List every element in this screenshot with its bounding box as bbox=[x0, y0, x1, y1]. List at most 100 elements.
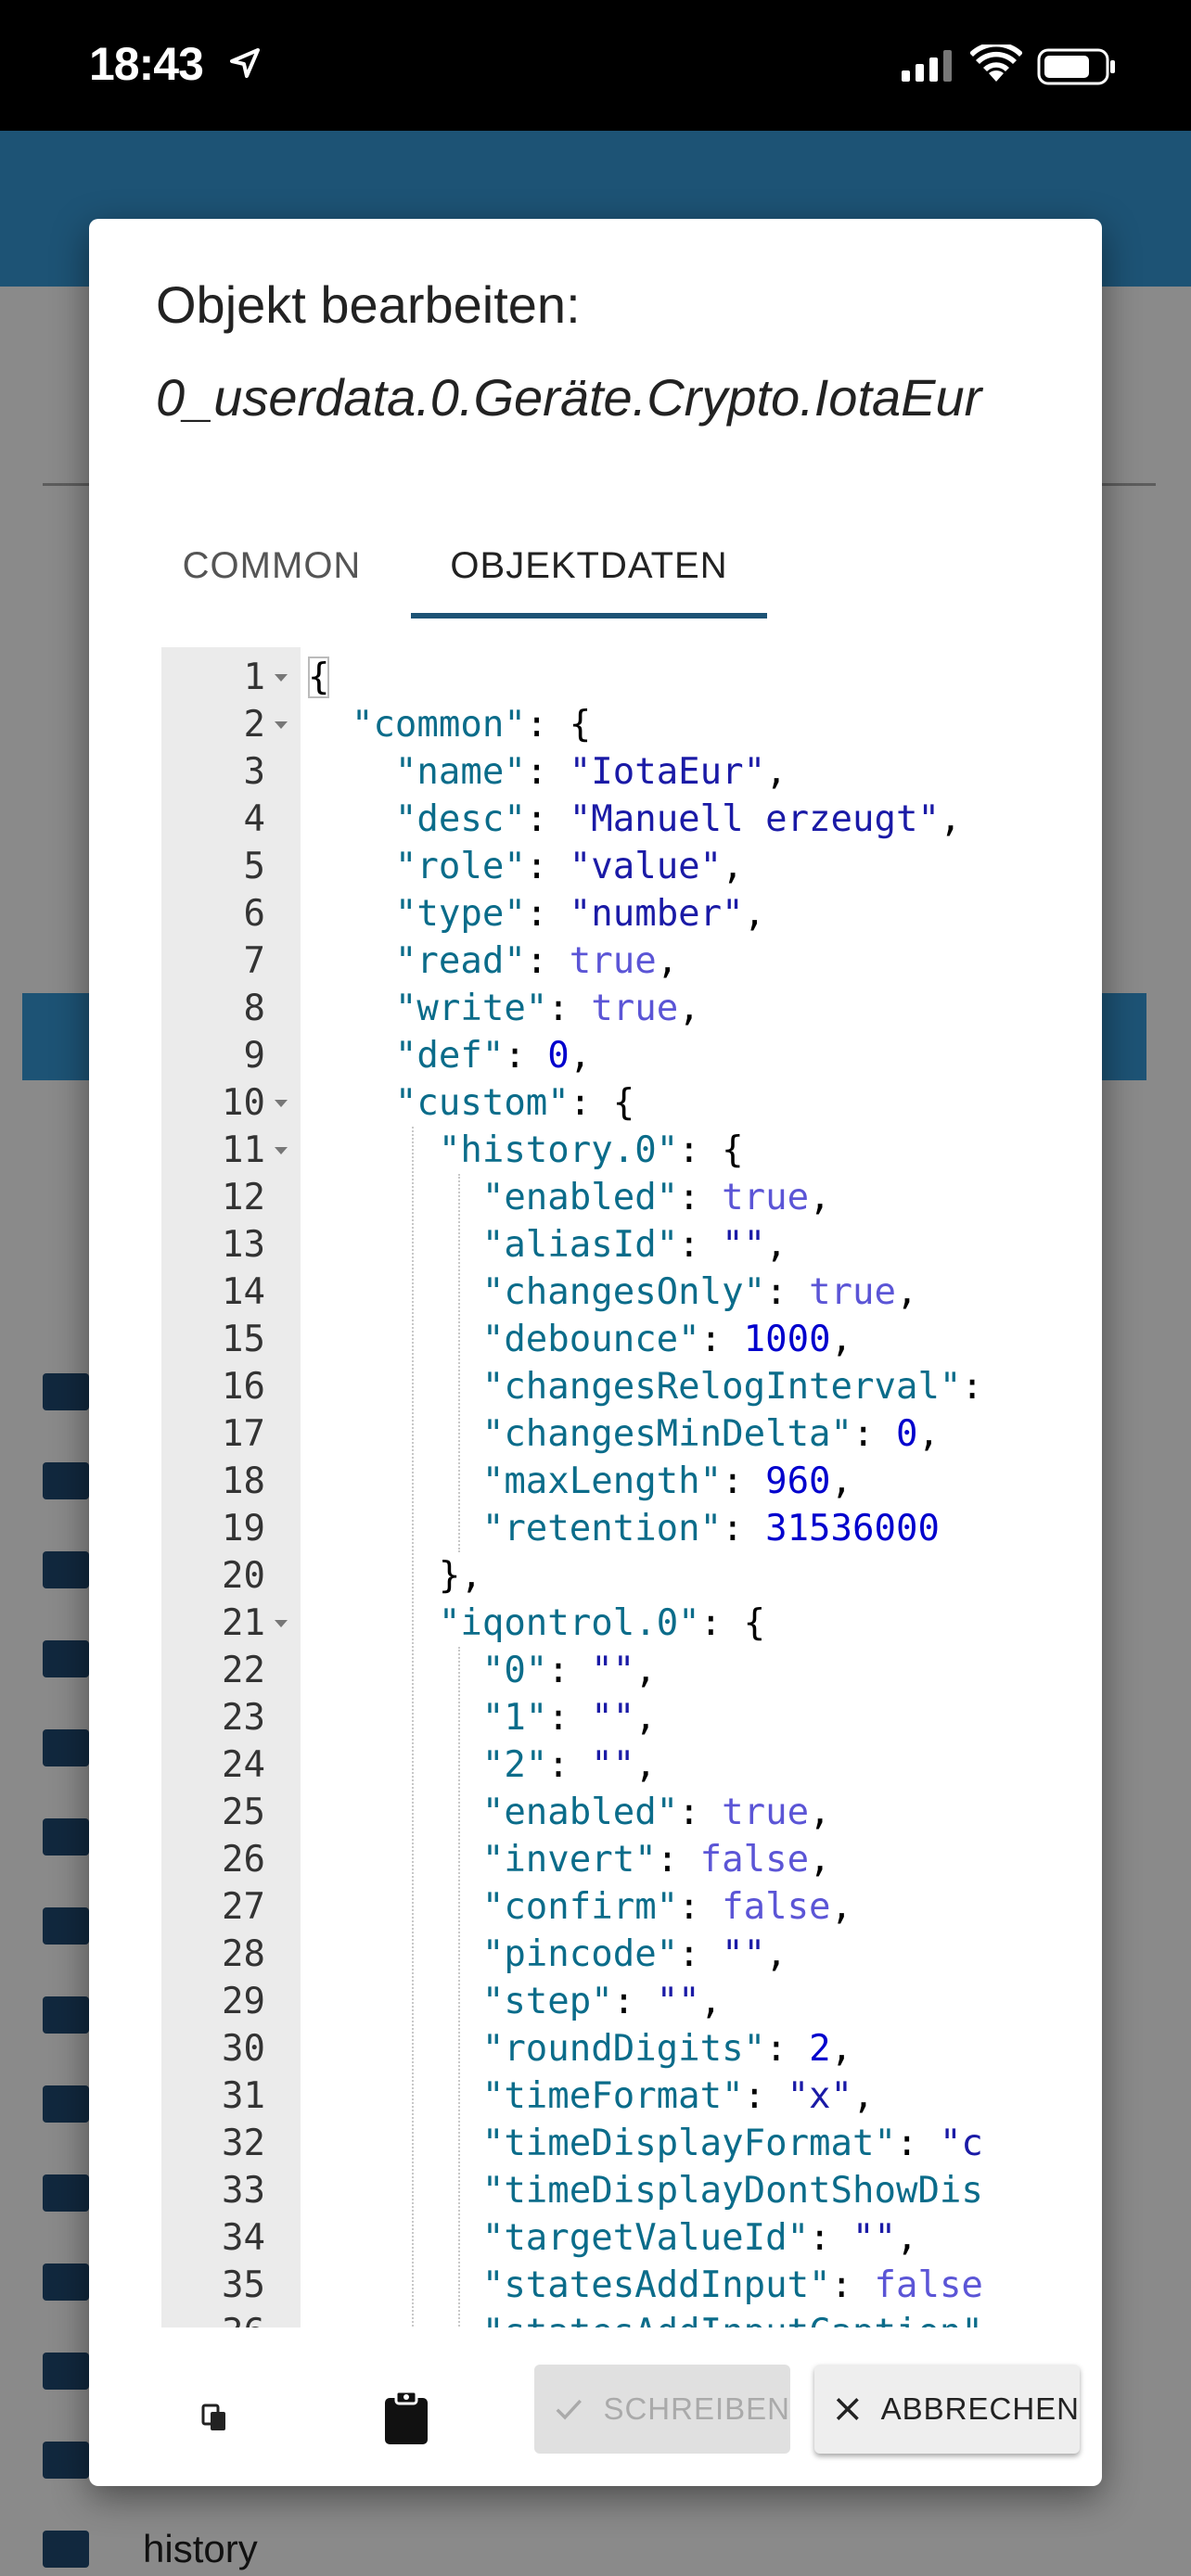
code-line[interactable]: 21 "iqontrol.0": { bbox=[161, 1600, 1031, 1647]
code-token: "maxLength" bbox=[481, 1460, 723, 1502]
code-line[interactable]: 32 "timeDisplayFormat": "c bbox=[161, 2120, 1031, 2167]
code-token: "changesOnly" bbox=[481, 1271, 766, 1313]
code-line[interactable]: 22 "0": "", bbox=[161, 1647, 1031, 1694]
code-line[interactable]: 36 "statesAddInputCaption" bbox=[161, 2309, 1031, 2327]
code-line[interactable]: 19 "retention": 31536000 bbox=[161, 1505, 1031, 1552]
line-number: 5 bbox=[243, 846, 265, 887]
write-button-label: SCHREIBEN bbox=[603, 2391, 790, 2426]
json-editor[interactable]: 1{2 "common": {3 "name": "IotaEur", 4 "de… bbox=[161, 647, 1031, 2327]
code-token: : bbox=[961, 1366, 983, 1408]
code-line[interactable]: 29 "step": "", bbox=[161, 1978, 1031, 2025]
code-token: : bbox=[547, 1697, 592, 1739]
code-token: : bbox=[678, 1933, 723, 1975]
code-line[interactable]: 34 "targetValueId": "", bbox=[161, 2214, 1031, 2262]
tab-objektdaten[interactable]: OBJEKTDATEN bbox=[411, 510, 767, 621]
code-line[interactable]: 13 "aliasId": "", bbox=[161, 1221, 1031, 1269]
line-number: 4 bbox=[243, 798, 265, 840]
code-line[interactable]: 23 "1": "", bbox=[161, 1694, 1031, 1741]
code-token: "step" bbox=[481, 1981, 613, 2022]
code-line[interactable]: 5 "role": "value", bbox=[161, 843, 1031, 890]
fold-arrow-icon[interactable] bbox=[275, 1620, 288, 1627]
code-line[interactable]: 1{ bbox=[161, 654, 1031, 701]
code-line[interactable]: 7 "read": true, bbox=[161, 937, 1031, 985]
code-token: , bbox=[917, 1413, 940, 1455]
code-line[interactable]: 10 "custom": { bbox=[161, 1079, 1031, 1127]
paste-button[interactable] bbox=[369, 2381, 443, 2455]
fold-arrow-icon[interactable] bbox=[275, 721, 288, 729]
code-token: "timeDisplayDontShowDis bbox=[481, 2170, 983, 2212]
code-line[interactable]: 12 "enabled": true, bbox=[161, 1174, 1031, 1221]
code-token: 1000 bbox=[743, 1319, 831, 1360]
code-text: "enabled": true, bbox=[308, 1789, 831, 1836]
code-text: }, bbox=[308, 1552, 482, 1600]
code-line[interactable]: 35 "statesAddInput": false bbox=[161, 2262, 1031, 2309]
code-line[interactable]: 8 "write": true, bbox=[161, 985, 1031, 1032]
code-line[interactable]: 27 "confirm": false, bbox=[161, 1883, 1031, 1931]
code-text: "1": "", bbox=[308, 1694, 657, 1741]
folder-icon bbox=[43, 1462, 89, 1499]
code-line[interactable]: 18 "maxLength": 960, bbox=[161, 1458, 1031, 1505]
code-line[interactable]: 28 "pincode": "", bbox=[161, 1931, 1031, 1978]
code-token: , bbox=[678, 988, 700, 1029]
code-token: "0" bbox=[481, 1650, 548, 1691]
code-line[interactable]: 6 "type": "number", bbox=[161, 890, 1031, 937]
code-line[interactable]: 3 "name": "IotaEur", bbox=[161, 748, 1031, 796]
code-token: "targetValueId" bbox=[481, 2217, 810, 2259]
fold-arrow-icon[interactable] bbox=[275, 674, 288, 682]
code-text: "maxLength": 960, bbox=[308, 1458, 852, 1505]
code-token: 31536000 bbox=[765, 1508, 940, 1549]
code-token: "debounce" bbox=[481, 1319, 700, 1360]
code-token: "aliasId" bbox=[481, 1224, 679, 1266]
code-line[interactable]: 2 "common": { bbox=[161, 701, 1031, 748]
code-line[interactable]: 31 "timeFormat": "x", bbox=[161, 2072, 1031, 2120]
cancel-button[interactable]: ABBRECHEN bbox=[814, 2365, 1080, 2454]
battery-icon bbox=[1037, 48, 1115, 85]
code-line[interactable]: 11 "history.0": { bbox=[161, 1127, 1031, 1174]
code-token: : bbox=[765, 2028, 810, 2070]
line-number: 32 bbox=[222, 2123, 265, 2164]
code-line[interactable]: 26 "invert": false, bbox=[161, 1836, 1031, 1883]
code-line[interactable]: 16 "changesRelogInterval": bbox=[161, 1363, 1031, 1410]
code-token: "" bbox=[591, 1744, 635, 1786]
code-token: "def" bbox=[394, 1035, 505, 1077]
code-token: "" bbox=[722, 1933, 766, 1975]
code-line[interactable]: 30 "roundDigits": 2, bbox=[161, 2025, 1031, 2072]
code-token: : bbox=[809, 2217, 853, 2259]
line-number: 23 bbox=[222, 1697, 265, 1739]
code-token: : bbox=[525, 940, 570, 982]
code-token: }, bbox=[308, 1555, 482, 1597]
code-token: "1" bbox=[481, 1697, 548, 1739]
status-time: 18:43 bbox=[89, 38, 204, 90]
fold-arrow-icon[interactable] bbox=[275, 1147, 288, 1154]
code-line[interactable]: 20 }, bbox=[161, 1552, 1031, 1600]
line-number: 10 bbox=[222, 1082, 265, 1124]
code-line[interactable]: 15 "debounce": 1000, bbox=[161, 1316, 1031, 1363]
code-token: , bbox=[634, 1697, 657, 1739]
code-token: , bbox=[722, 846, 744, 887]
fold-arrow-icon[interactable] bbox=[275, 1100, 288, 1107]
folder-icon bbox=[43, 2174, 89, 2212]
code-line[interactable]: 24 "2": "", bbox=[161, 1741, 1031, 1789]
write-button[interactable]: SCHREIBEN bbox=[534, 2365, 790, 2454]
code-line[interactable]: 33 "timeDisplayDontShowDis bbox=[161, 2167, 1031, 2214]
code-line[interactable]: 17 "changesMinDelta": 0, bbox=[161, 1410, 1031, 1458]
code-token: , bbox=[830, 1319, 853, 1360]
code-line[interactable]: 25 "enabled": true, bbox=[161, 1789, 1031, 1836]
code-line[interactable]: 14 "changesOnly": true, bbox=[161, 1269, 1031, 1316]
code-line[interactable]: 9 "def": 0, bbox=[161, 1032, 1031, 1079]
line-number: 20 bbox=[222, 1555, 265, 1597]
copy-button[interactable] bbox=[178, 2381, 252, 2455]
tab-common[interactable]: COMMON bbox=[156, 510, 388, 621]
code-line[interactable]: 4 "desc": "Manuell erzeugt", bbox=[161, 796, 1031, 843]
code-text: "2": "", bbox=[308, 1741, 657, 1789]
code-token: "statesAddInput" bbox=[481, 2264, 831, 2306]
